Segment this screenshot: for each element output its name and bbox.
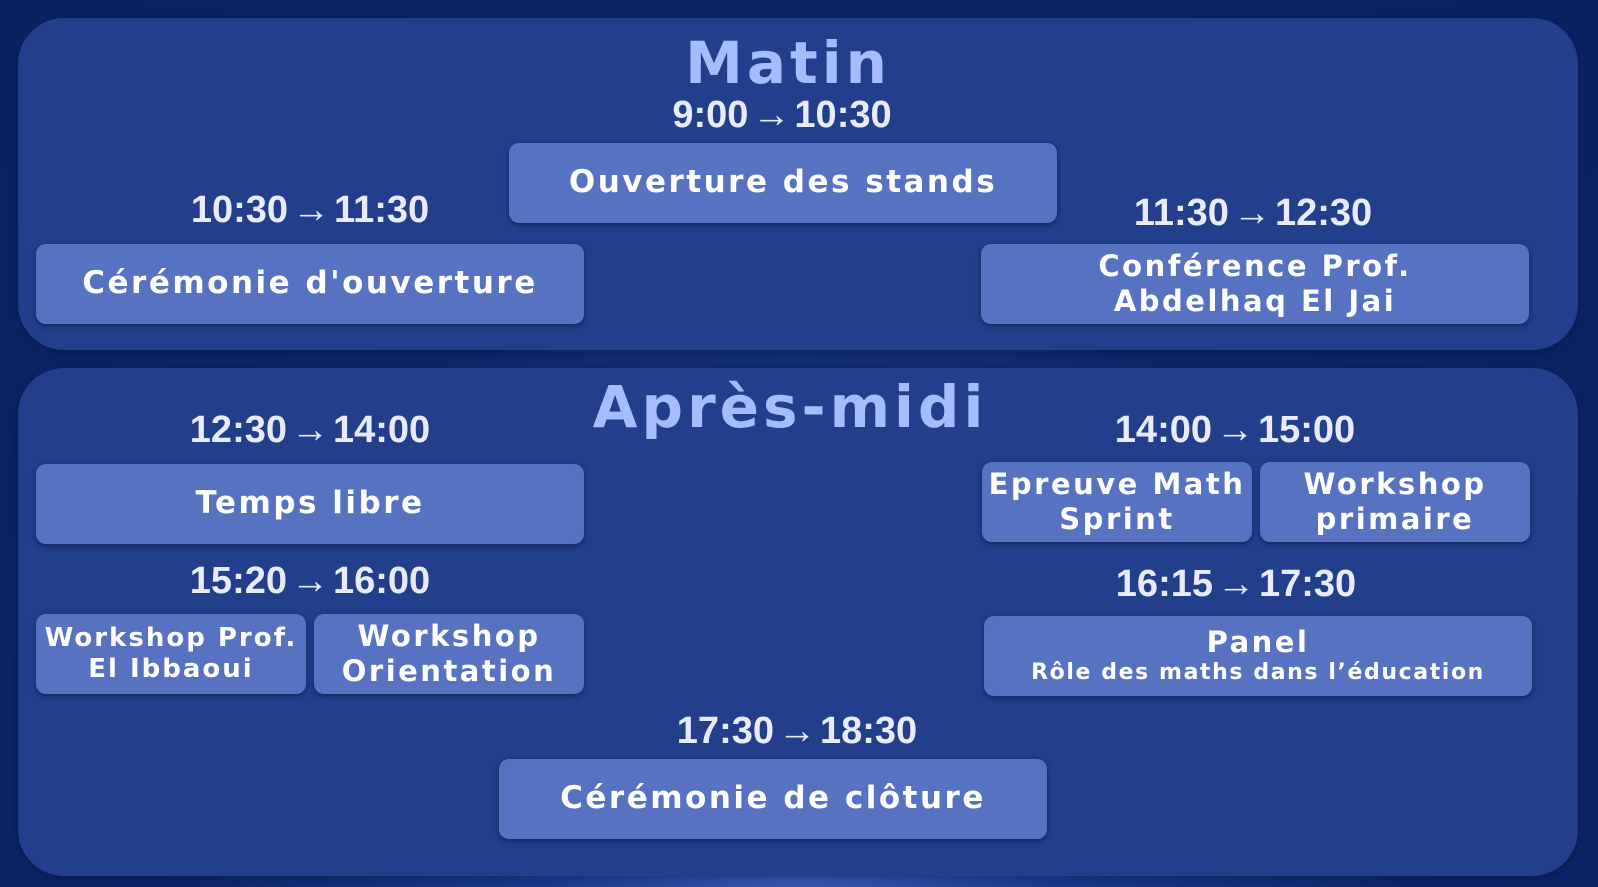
- event-opening-ceremony[interactable]: Cérémonie d'ouverture: [36, 244, 584, 324]
- time-slot-conference: 11:30 → 12:30: [1053, 194, 1453, 232]
- arrow-right-icon: →: [291, 409, 329, 451]
- time-start: 16:15: [1115, 563, 1213, 605]
- event-opening-stands[interactable]: Ouverture des stands: [509, 143, 1057, 223]
- event-panel[interactable]: Panel Rôle des maths dans l’éducation: [984, 616, 1532, 696]
- time-start: 14:00: [1114, 409, 1212, 451]
- time-start: 11:30: [1133, 192, 1229, 234]
- morning-section: Matin 9:00 → 10:30 Ouverture des stands 10…: [18, 18, 1578, 350]
- morning-title: Matin: [685, 29, 891, 97]
- event-label-line-1: Panel: [1206, 625, 1310, 660]
- time-end: 12:30: [1274, 192, 1373, 234]
- event-label-line-2: Abdelhaq El Jai: [1113, 284, 1397, 318]
- schedule-page: Matin 9:00 → 10:30 Ouverture des stands 10…: [0, 0, 1598, 887]
- event-closing-ceremony[interactable]: Cérémonie de clôture: [499, 759, 1047, 839]
- event-label: Cérémonie de clôture: [560, 780, 986, 817]
- time-slot-opening-stands: 9:00 → 10:30: [582, 96, 982, 134]
- arrow-right-icon: →: [1217, 563, 1255, 605]
- event-free-time[interactable]: Temps libre: [36, 464, 584, 544]
- arrow-right-icon: →: [1232, 192, 1271, 234]
- arrow-right-icon: →: [752, 94, 791, 136]
- time-end: 17:30: [1259, 563, 1357, 605]
- event-label: Cérémonie d'ouverture: [82, 265, 538, 302]
- event-label-line-1: Epreuve Math: [988, 467, 1246, 502]
- event-label-line-2: Orientation: [341, 654, 557, 688]
- event-workshop-el-ibbaoui[interactable]: Workshop Prof. El Ibbaoui: [36, 614, 306, 694]
- event-math-sprint[interactable]: Epreuve Math Sprint: [982, 462, 1252, 542]
- time-end: 15:00: [1258, 409, 1356, 451]
- time-end: 18:30: [820, 710, 918, 752]
- arrow-right-icon: →: [291, 560, 329, 602]
- time-start: 9:00: [672, 94, 749, 136]
- time-slot-math-sprint: 14:00 → 15:00: [1035, 411, 1435, 449]
- event-label: Ouverture des stands: [568, 164, 998, 201]
- event-workshop-primary[interactable]: Workshop primaire: [1260, 462, 1530, 542]
- afternoon-title: Après-midi: [592, 373, 988, 441]
- arrow-right-icon: →: [778, 710, 816, 752]
- time-end: 11:30: [334, 189, 430, 231]
- event-label-line-1: Workshop: [357, 619, 541, 654]
- time-start: 12:30: [189, 409, 287, 451]
- time-slot-free-time: 12:30 → 14:00: [110, 411, 510, 449]
- time-start: 17:30: [676, 710, 774, 752]
- arrow-right-icon: →: [1216, 409, 1254, 451]
- time-end: 14:00: [333, 409, 431, 451]
- time-slot-closing-ceremony: 17:30 → 18:30: [597, 712, 997, 750]
- event-label-line-1: Conférence Prof.: [1098, 249, 1412, 284]
- event-workshop-orientation[interactable]: Workshop Orientation: [314, 614, 584, 694]
- event-label-line-2: Sprint: [1059, 502, 1175, 536]
- time-end: 16:00: [333, 560, 431, 602]
- time-slot-panel: 16:15 → 17:30: [1036, 565, 1436, 603]
- event-label: Temps libre: [195, 485, 425, 522]
- time-slot-workshops: 15:20 → 16:00: [110, 562, 510, 600]
- arrow-right-icon: →: [292, 189, 331, 231]
- time-start: 15:20: [189, 560, 287, 602]
- event-label-line-2: primaire: [1315, 502, 1475, 536]
- event-label-line-1: Workshop: [1303, 467, 1487, 502]
- event-conference[interactable]: Conférence Prof. Abdelhaq El Jai: [981, 244, 1529, 324]
- event-label-line-2: El Ibbaoui: [88, 654, 254, 684]
- time-end: 10:30: [794, 94, 892, 136]
- event-label-line-2: Rôle des maths dans l’éducation: [1031, 660, 1485, 686]
- time-start: 10:30: [190, 189, 289, 231]
- event-label-line-1: Workshop Prof.: [44, 622, 298, 653]
- afternoon-section: Après-midi 12:30 → 14:00 Temps libre 14:00…: [18, 368, 1578, 876]
- time-slot-opening-ceremony: 10:30 → 11:30: [110, 191, 510, 229]
